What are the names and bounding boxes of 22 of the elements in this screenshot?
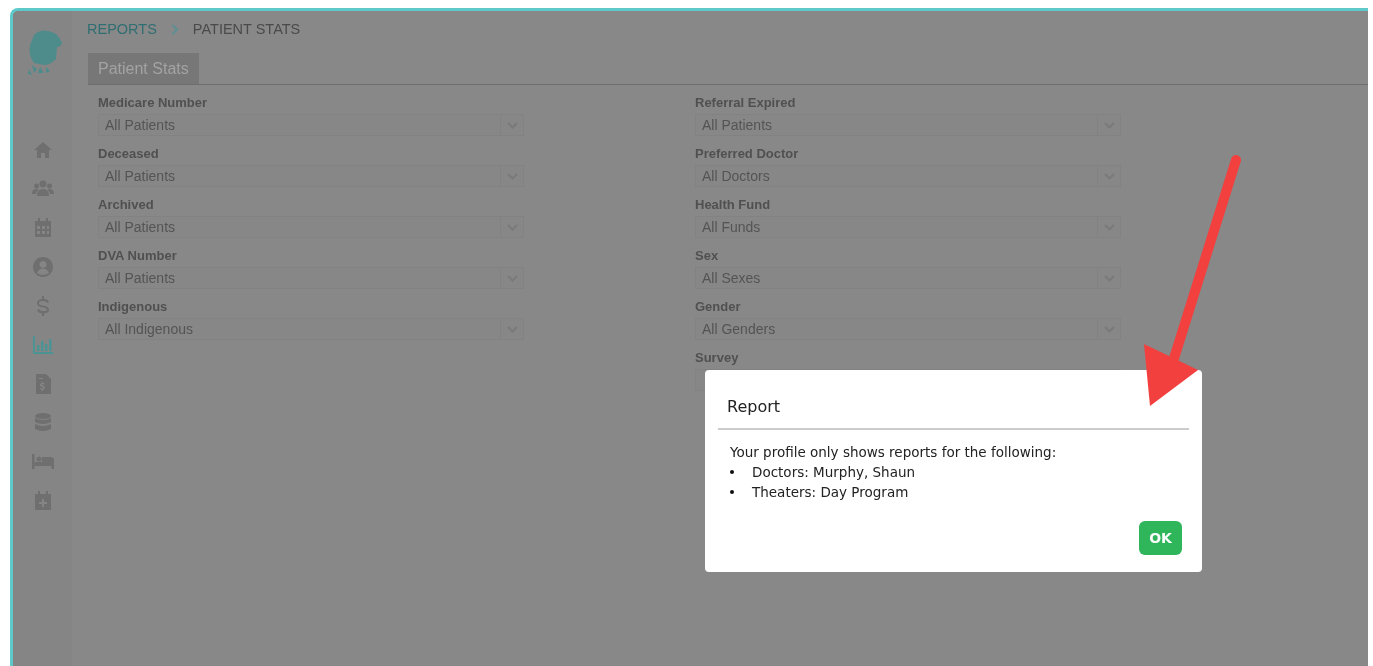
bullet-icon <box>730 470 734 474</box>
field-label: Indigenous <box>98 299 169 314</box>
chevron-right-icon <box>170 23 179 35</box>
field-label: Survey <box>695 350 740 365</box>
field-label: Medicare Number <box>98 95 209 110</box>
bar-chart-icon[interactable] <box>31 334 54 356</box>
field-label: DVA Number <box>98 248 178 263</box>
field-label: Sex <box>695 248 720 263</box>
list-item: Doctors: Murphy, Shaun <box>752 463 915 482</box>
bullet-icon <box>730 490 734 494</box>
ok-button[interactable]: OK <box>1139 521 1182 555</box>
field-label: Deceased <box>98 146 160 161</box>
field-label: Referral Expired <box>695 95 797 110</box>
field-label: Archived <box>98 197 155 212</box>
breadcrumb-current: PATIENT STATS <box>192 21 301 37</box>
field-label: Gender <box>695 299 742 314</box>
dialog-title: Report <box>727 397 782 417</box>
breadcrumb-link[interactable]: REPORTS <box>87 21 157 37</box>
list-item: Theaters: Day Program <box>752 483 909 502</box>
field-label: Preferred Doctor <box>695 146 800 161</box>
dialog-message: Your profile only shows reports for the following: <box>730 443 1058 462</box>
field-label: Health Fund <box>695 197 772 212</box>
